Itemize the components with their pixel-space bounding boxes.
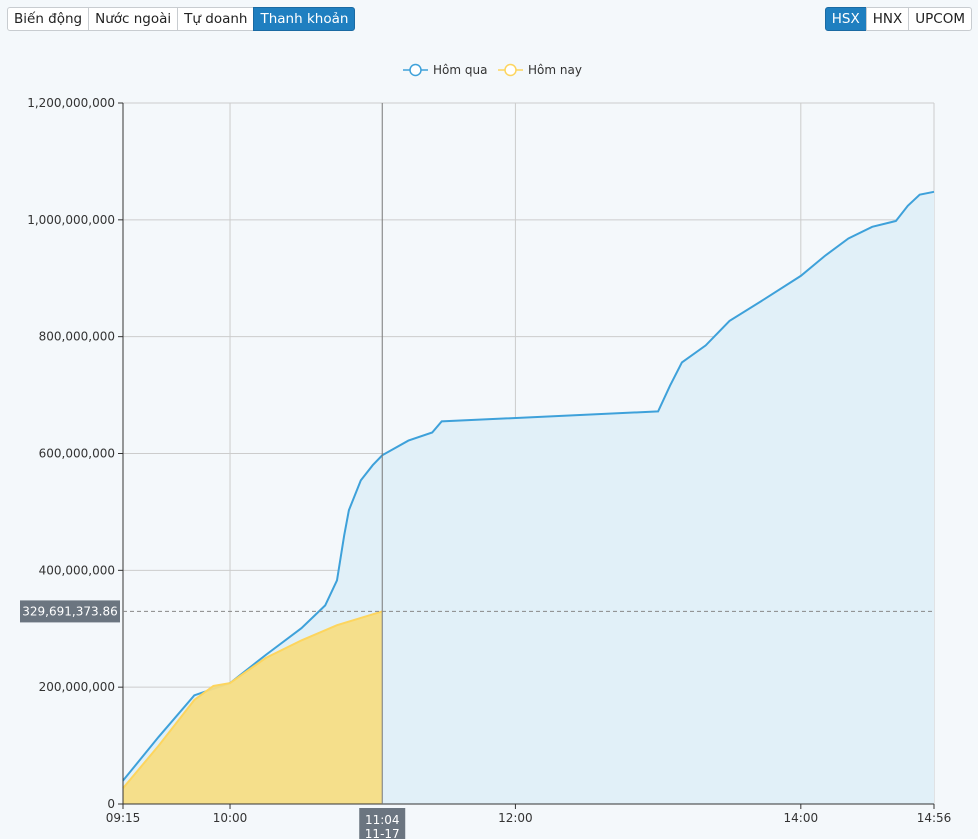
liquidity-chart[interactable]: 0 200,000,000 400,000,000 600,000,000 800,00… [0,0,978,839]
x-tick-label: 14:00 [784,811,819,825]
y-tick-label: 400,000,000 [39,563,115,577]
x-tick-label: 09:15 [106,811,141,825]
crosshair-time-label: 11:04 [365,813,400,827]
legend-item-hom-qua[interactable]: Hôm qua [403,63,487,77]
legend-circle-icon [409,63,422,77]
x-tick-label: 12:00 [498,811,533,825]
y-tick-label: 1,200,000,000 [27,96,115,110]
legend-item-hom-nay[interactable]: Hôm nay [498,63,582,77]
y-tick-label: 1,000,000,000 [27,213,115,227]
y-tick-label: 800,000,000 [39,330,115,344]
y-tick-label: 0 [107,797,115,811]
legend-label: Hôm nay [528,63,582,77]
legend-circle-icon [504,63,517,77]
series-area-hom-nay [123,611,383,804]
crosshair-y-label: 329,691,373.86 [22,604,117,618]
y-tick-label: 600,000,000 [39,447,115,461]
legend-label: Hôm qua [433,63,487,77]
x-tick-label: 10:00 [213,811,248,825]
y-tick-label: 200,000,000 [39,680,115,694]
x-tick-label: 14:56 [917,811,952,825]
crosshair-date-label: 11-17 [365,827,400,839]
